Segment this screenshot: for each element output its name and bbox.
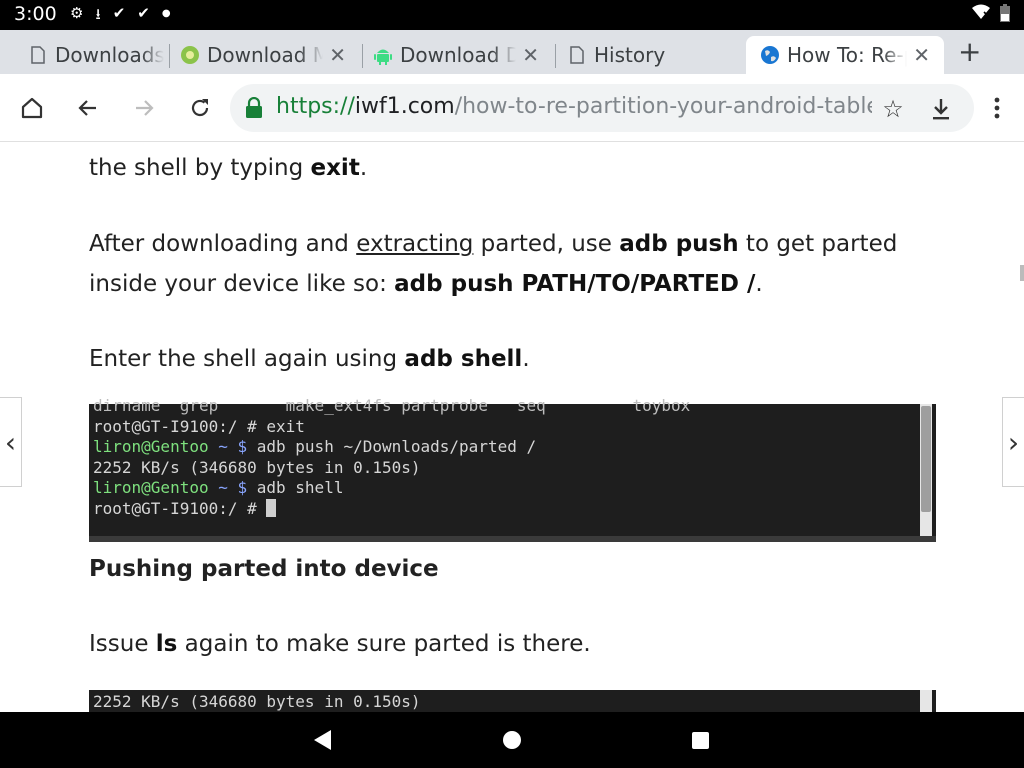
page-scroll-indicator (1020, 265, 1024, 281)
image-border (89, 536, 936, 542)
page-icon (567, 45, 587, 65)
terminal-line: 2252 KB/s (346680 bytes in 0.150s) (93, 692, 421, 711)
nav-recents-icon[interactable] (692, 732, 709, 749)
terminal-path: ~ $ (208, 437, 248, 456)
download-icon: ⭳ (95, 5, 101, 23)
text: again to make sure parted is there. (177, 631, 591, 657)
more-menu-icon[interactable] (983, 94, 1011, 122)
terminal-scrollbar-thumb (921, 406, 931, 512)
new-tab-icon[interactable]: + (958, 38, 981, 66)
android-icon (373, 45, 393, 65)
status-time: 3:00 (14, 3, 57, 25)
tab-download-di[interactable]: Download Di ✕ (359, 36, 553, 74)
dot-icon: ● (161, 8, 171, 19)
forward-arrow-icon[interactable] (130, 94, 158, 122)
reload-icon[interactable] (186, 94, 214, 122)
omnibox[interactable]: https://iwf1.com/how-to-re-partition-you… (230, 84, 974, 132)
tab-how-to[interactable]: How To: Re-p ✕ (746, 36, 944, 74)
next-article-arrow[interactable]: › (1002, 397, 1024, 487)
status-system-icons (972, 4, 1010, 26)
terminal-line: root@GT-I9100:/ # exit (93, 416, 305, 436)
paragraph-adb-push: After downloading and extracting parted,… (89, 224, 919, 304)
text: After downloading and (89, 231, 357, 257)
nav-back-icon[interactable] (314, 730, 331, 750)
text: . (755, 271, 763, 297)
bold-text: ls (155, 631, 178, 657)
lock-icon (246, 97, 262, 118)
terminal-line: root@GT-I9100:/ # (93, 498, 267, 518)
android-round-icon (180, 45, 200, 65)
tab-close-icon[interactable]: ✕ (329, 43, 346, 67)
paragraph-issue-ls: Issue ls again to make sure parted is th… (89, 624, 919, 664)
terminal-line: dirname grep make_ext4fs partprobe seq t… (93, 396, 691, 415)
url-path: /how-to-re-partition-your-android-tablet (454, 94, 872, 119)
text: the shell by typing (89, 155, 311, 181)
bold-text: adb push (619, 231, 739, 257)
check-icon: ✔ (112, 4, 126, 22)
terminal-path: ~ $ (208, 478, 248, 497)
tab-title: Downloads (55, 43, 164, 67)
download-icon[interactable] (928, 96, 954, 122)
browser-toolbar: https://iwf1.com/how-to-re-partition-you… (0, 74, 1024, 142)
terminal-cursor (266, 498, 277, 517)
home-icon[interactable] (18, 94, 46, 122)
tab-close-icon[interactable]: ✕ (913, 43, 930, 67)
page-content[interactable]: x the shell by typing exit. After downlo… (0, 142, 1024, 712)
nav-home-icon[interactable] (503, 731, 521, 749)
terminal-line: 2252 KB/s (346680 bytes in 0.150s) (93, 457, 421, 477)
link-extracting[interactable]: extracting (356, 231, 473, 257)
check-icon: ✔ (137, 4, 150, 22)
text: Enter the shell again using (89, 346, 405, 372)
wifi-off-icon (972, 4, 990, 26)
star-icon[interactable]: ☆ (880, 95, 906, 123)
terminal-user: liron@Gentoo (93, 437, 209, 456)
url-text[interactable]: https://iwf1.com/how-to-re-partition-you… (276, 94, 872, 119)
terminal-screenshot-2: 2252 KB/s (346680 bytes in 0.150s) (89, 690, 936, 712)
text: Issue (89, 631, 156, 657)
tab-title: History (594, 43, 666, 67)
tab-close-icon[interactable]: ✕ (522, 43, 539, 67)
bold-text: adb push PATH/TO/PARTED / (394, 271, 756, 297)
gear-icon: ⚙ (70, 4, 84, 22)
paragraph-adb-shell: Enter the shell again using adb shell. (89, 339, 919, 379)
text: . (522, 346, 530, 372)
url-scheme: https:// (276, 94, 355, 119)
bold-text: adb shell (404, 346, 523, 372)
previous-article-arrow[interactable]: ‹ (0, 397, 22, 487)
page-icon (28, 45, 48, 65)
tab-title: Download Di (400, 43, 517, 67)
bold-text: exit (310, 155, 360, 181)
tab-downloads[interactable]: Downloads (14, 36, 164, 74)
text: parted, use (473, 231, 620, 257)
tab-download-m[interactable]: Download M ✕ (166, 36, 360, 74)
tab-title: Download M (207, 43, 324, 67)
tab-strip: Downloads Download M ✕ Download Di ✕ His… (0, 30, 1024, 74)
status-bar: 3:00 ⚙ ⭳ ✔ ✔ ● (0, 0, 1024, 30)
terminal-command: adb push ~/Downloads/parted / (247, 437, 537, 456)
terminal-command: adb shell (247, 478, 344, 497)
status-notification-icons: ⚙ ⭳ ✔ ✔ ● (70, 4, 171, 29)
terminal-scrollbar (920, 690, 932, 712)
terminal-text: dirname grep make_ext4fs partprobe seq t… (93, 396, 914, 536)
url-host: iwf1.com (354, 94, 455, 119)
back-arrow-icon[interactable] (74, 94, 102, 122)
globe-icon (760, 45, 780, 65)
terminal-text: 2252 KB/s (346680 bytes in 0.150s) (93, 692, 914, 712)
system-navigation-bar (0, 712, 1024, 768)
terminal-screenshot: dirname grep make_ext4fs partprobe seq t… (89, 396, 936, 536)
tab-title: How To: Re-p (787, 43, 908, 67)
image-caption: Pushing parted into device (89, 556, 439, 582)
battery-icon (1000, 4, 1010, 26)
paragraph-exit-shell: the shell by typing exit. (89, 148, 919, 188)
tab-history[interactable]: History (553, 36, 743, 74)
text: . (359, 155, 368, 181)
terminal-user: liron@Gentoo (93, 478, 209, 497)
